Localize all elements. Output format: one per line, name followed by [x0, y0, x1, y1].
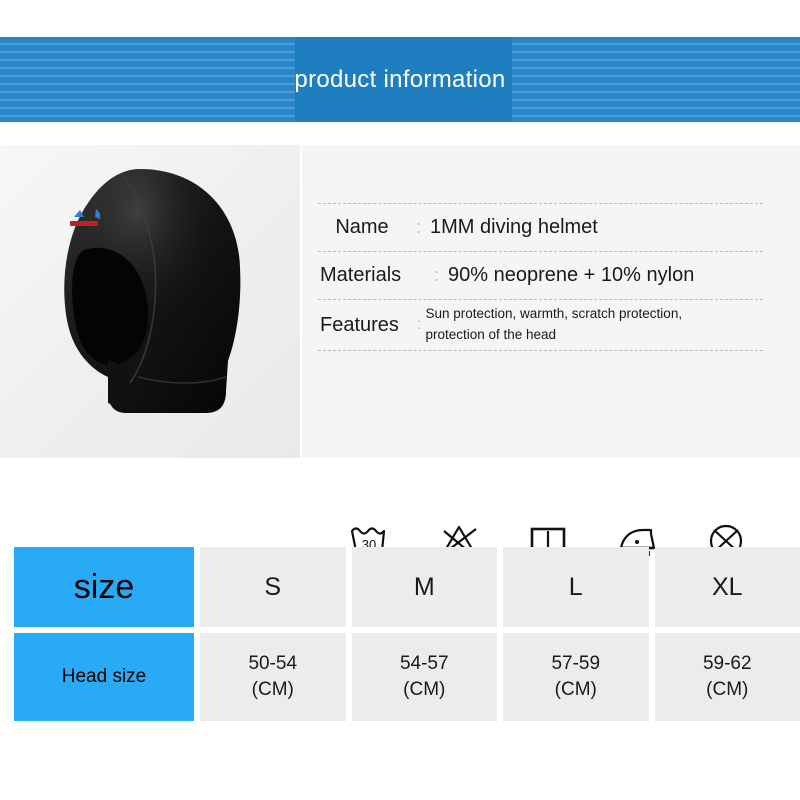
head-size-value-xl: 59-62 (CM)	[654, 633, 800, 721]
features-line-1: Sun protection, warmth, scratch protecti…	[425, 306, 683, 322]
spec-value-features: Sun protection, warmth, scratch protecti…	[425, 304, 682, 346]
size-column-label: S	[264, 572, 282, 601]
spec-colon: :	[416, 217, 422, 237]
head-size-range: 50-54	[248, 653, 298, 675]
head-size-value-l: 57-59 (CM)	[503, 633, 649, 721]
spec-value-materials: 90% neoprene + 10% nylon	[448, 264, 695, 286]
head-size-unit: (CM)	[554, 679, 597, 700]
size-column-s: S	[200, 547, 346, 627]
spec-label-materials: Materials	[320, 264, 402, 286]
features-line-2: protection of the head	[425, 327, 557, 342]
head-size-unit: (CM)	[403, 679, 446, 700]
panel-divider	[300, 145, 302, 458]
head-size-value-m: 54-57 (CM)	[351, 633, 497, 721]
head-size-value: 50-54 (CM)	[248, 651, 297, 702]
spec-colon: :	[434, 265, 440, 285]
head-size-value-s: 50-54 (CM)	[200, 633, 346, 721]
page-title: product information	[294, 65, 506, 93]
size-column-m: M	[351, 547, 497, 627]
size-column-xl: XL	[654, 547, 800, 627]
size-column-label: M	[413, 572, 435, 601]
spec-list: Name : 1MM diving helmet Materials : 90%…	[318, 203, 763, 351]
size-column-label: XL	[711, 572, 743, 601]
page-header-banner: product information	[0, 37, 800, 122]
size-header-cell: size	[14, 547, 194, 627]
table-row-header: size S M L XL	[14, 547, 800, 627]
head-size-unit: (CM)	[251, 679, 294, 700]
product-info-panel: Name : 1MM diving helmet Materials : 90%…	[0, 145, 800, 558]
head-size-row-label-cell: Head size	[14, 633, 194, 721]
spec-label-features: Features	[320, 313, 399, 336]
product-image	[0, 145, 300, 458]
spec-colon: :	[417, 316, 422, 333]
spec-row-features: Features : Sun protection, warmth, scrat…	[318, 299, 763, 351]
head-size-value: 54-57 (CM)	[400, 651, 449, 702]
head-size-range: 57-59	[551, 653, 601, 675]
head-size-range: 54-57	[399, 653, 449, 675]
head-size-range: 59-62	[702, 653, 752, 675]
head-size-row-label: Head size	[61, 666, 147, 687]
head-size-value: 59-62 (CM)	[703, 651, 752, 702]
size-chart-table: size S M L XL Head size 50-54 (CM) 54-57	[14, 547, 800, 721]
size-header-label: size	[73, 567, 135, 606]
spec-row-name: Name : 1MM diving helmet	[318, 203, 763, 251]
size-column-l: L	[503, 547, 649, 627]
size-column-label: L	[568, 572, 583, 601]
head-size-unit: (CM)	[706, 679, 749, 700]
spec-label-name: Name	[335, 216, 389, 238]
diving-hood-illustration	[64, 169, 241, 413]
spec-value-name: 1MM diving helmet	[430, 216, 598, 238]
table-row: Head size 50-54 (CM) 54-57 (CM) 57-59 (C…	[14, 633, 800, 721]
spec-row-materials: Materials : 90% neoprene + 10% nylon	[318, 251, 763, 299]
head-size-value: 57-59 (CM)	[551, 651, 600, 702]
